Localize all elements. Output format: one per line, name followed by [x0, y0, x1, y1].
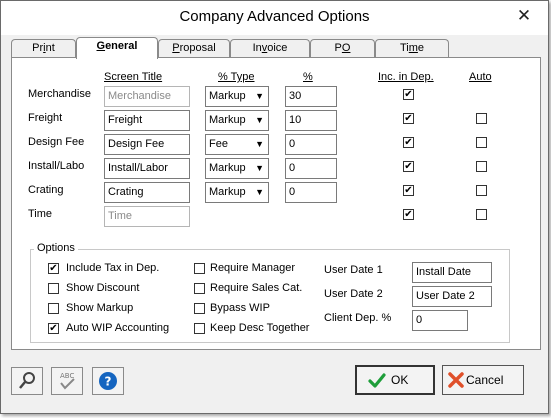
ok-label: OK	[391, 373, 409, 387]
cancel-button[interactable]: Cancel	[442, 365, 524, 395]
spellcheck-icon: ABC	[60, 372, 75, 390]
freight-inc-checkbox[interactable]: ✔	[403, 113, 414, 124]
require-sales-cat-label: Require Sales Cat.	[210, 282, 303, 294]
tab-invoice[interactable]: Invoice	[230, 39, 310, 58]
ok-button[interactable]: OK	[355, 365, 435, 395]
window-title: Company Advanced Options	[179, 8, 370, 25]
show-discount-checkbox[interactable]	[48, 283, 59, 294]
search-icon	[19, 372, 35, 389]
chevron-down-icon: ▼	[255, 91, 264, 101]
require-sales-cat-checkbox[interactable]	[194, 283, 205, 294]
auto-wip-checkbox[interactable]: ✔	[48, 323, 59, 334]
tab-print[interactable]: Print	[11, 39, 76, 58]
svg-text:?: ?	[105, 375, 112, 389]
row-label-merchandise: Merchandise	[28, 88, 91, 100]
search-button[interactable]	[11, 367, 43, 395]
install-labor-inc-checkbox[interactable]: ✔	[403, 161, 414, 172]
crating-inc-checkbox[interactable]: ✔	[403, 185, 414, 196]
header-inc-in-dep: Inc. in Dep.	[378, 71, 434, 83]
show-discount-label: Show Discount	[66, 282, 140, 294]
design-fee-auto-checkbox[interactable]	[476, 137, 487, 148]
row-label-design-fee: Design Fee	[28, 136, 85, 148]
general-tab-panel: Screen Title % Type % Inc. in Dep. Auto …	[11, 57, 541, 350]
crating-pct-field[interactable]: 0	[285, 182, 337, 203]
design-fee-title-field[interactable]: Design Fee	[104, 134, 190, 155]
freight-auto-checkbox[interactable]	[476, 113, 487, 124]
design-fee-type-select[interactable]: Fee ▼	[205, 134, 269, 155]
tab-proposal[interactable]: Proposal	[158, 39, 230, 58]
options-group-title: Options	[34, 242, 78, 254]
cancel-x-icon	[448, 372, 464, 388]
header-pct-type: % Type	[218, 71, 255, 83]
spellcheck-button[interactable]: ABC	[51, 367, 83, 395]
chevron-down-icon: ▼	[255, 115, 264, 125]
auto-wip-label: Auto WIP Accounting	[66, 322, 170, 334]
cancel-label: Cancel	[466, 373, 504, 387]
header-screen-title: Screen Title	[104, 71, 163, 83]
time-title-field[interactable]: Time	[104, 206, 190, 227]
time-auto-checkbox[interactable]	[476, 209, 487, 220]
tab-general[interactable]: General	[76, 37, 158, 59]
help-icon: ?	[99, 372, 117, 390]
install-labor-auto-checkbox[interactable]	[476, 161, 487, 172]
svg-text:ABC: ABC	[60, 372, 74, 380]
checkmark-icon	[368, 373, 386, 388]
row-label-freight: Freight	[28, 112, 63, 124]
install-labor-title-field[interactable]: Install/Labor	[104, 158, 190, 179]
bypass-wip-label: Bypass WIP	[210, 302, 270, 314]
design-fee-inc-checkbox[interactable]: ✔	[403, 137, 414, 148]
title-bar: Company Advanced Options ✕	[1, 1, 548, 35]
freight-type-select[interactable]: Markup ▼	[205, 110, 269, 131]
time-inc-checkbox[interactable]: ✔	[403, 209, 414, 220]
row-label-time: Time	[28, 208, 53, 220]
keep-desc-together-checkbox[interactable]	[194, 323, 205, 334]
merchandise-title-field[interactable]: Merchandise	[104, 86, 190, 107]
merchandise-pct-field[interactable]: 30	[285, 86, 337, 107]
show-markup-label: Show Markup	[66, 302, 134, 314]
header-auto: Auto	[469, 71, 492, 83]
user-date-1-label: User Date 1	[324, 264, 383, 276]
help-button[interactable]: ?	[92, 367, 124, 395]
close-button[interactable]: ✕	[507, 4, 541, 28]
design-fee-pct-field[interactable]: 0	[285, 134, 337, 155]
install-labor-type-select[interactable]: Markup ▼	[205, 158, 269, 179]
user-date-2-field[interactable]: User Date 2	[412, 286, 492, 307]
client-dep-field[interactable]: 0	[412, 310, 468, 331]
keep-desc-together-label: Keep Desc Together	[210, 322, 310, 334]
header-pct: %	[303, 71, 313, 83]
tab-time[interactable]: Time	[375, 39, 449, 58]
crating-title-field[interactable]: Crating	[104, 182, 190, 203]
include-tax-checkbox[interactable]: ✔	[48, 263, 59, 274]
tab-po[interactable]: PO	[310, 39, 375, 58]
require-manager-label: Require Manager	[210, 262, 295, 274]
install-labor-pct-field[interactable]: 0	[285, 158, 337, 179]
chevron-down-icon: ▼	[255, 187, 264, 197]
require-manager-checkbox[interactable]	[194, 263, 205, 274]
user-date-2-label: User Date 2	[324, 288, 383, 300]
chevron-down-icon: ▼	[255, 139, 264, 149]
row-label-crating: Crating	[28, 184, 64, 196]
freight-pct-field[interactable]: 10	[285, 110, 337, 131]
show-markup-checkbox[interactable]	[48, 303, 59, 314]
merchandise-type-select[interactable]: Markup ▼	[205, 86, 269, 107]
crating-auto-checkbox[interactable]	[476, 185, 487, 196]
bypass-wip-checkbox[interactable]	[194, 303, 205, 314]
include-tax-label: Include Tax in Dep.	[66, 262, 160, 274]
crating-type-select[interactable]: Markup ▼	[205, 182, 269, 203]
user-date-1-field[interactable]: Install Date	[412, 262, 492, 283]
merchandise-inc-checkbox[interactable]: ✔	[403, 89, 414, 100]
client-dep-label: Client Dep. %	[324, 312, 392, 324]
freight-title-field[interactable]: Freight	[104, 110, 190, 131]
row-label-install-labor: Install/Labo	[28, 160, 85, 172]
dialog-window: Company Advanced Options ✕ Print General…	[0, 0, 549, 414]
chevron-down-icon: ▼	[255, 163, 264, 173]
